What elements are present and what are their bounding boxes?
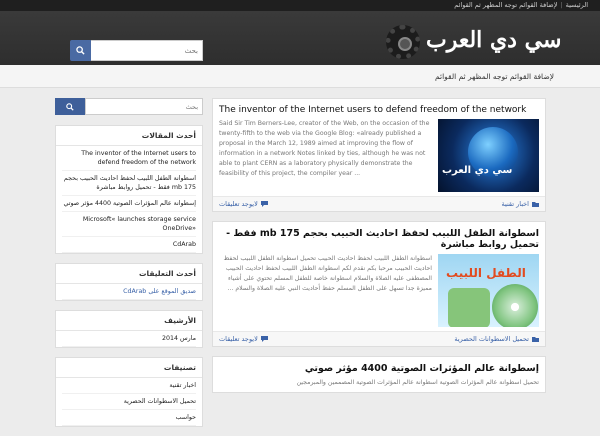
menu-notice[interactable]: لإضافة القوائم توجه المظهر ثم القوائم — [435, 72, 554, 81]
recent-post-item[interactable]: Microsoft« launches storage service OneD… — [62, 212, 196, 237]
post-title[interactable]: The inventor of the Internet users to de… — [213, 99, 545, 119]
archive-list: مارس 2014 — [56, 331, 202, 347]
comment-icon — [260, 201, 268, 207]
post-comments-link[interactable]: لايوجد تعليقات — [219, 200, 268, 208]
recent-comments-title: أحدث التعليقات — [56, 264, 202, 284]
post-category: تحميل الاسطوانات الحصرية — [454, 335, 529, 343]
site-header: سي دي العرب — [0, 11, 600, 65]
recent-comments-widget: أحدث التعليقات صديق الموقع على CdArab — [55, 263, 203, 301]
top-nav-separator: | — [560, 1, 563, 9]
sidebar-search-input[interactable] — [85, 98, 203, 115]
top-nav: الرئيسية|لإضافة القوائم توجه المظهر ثم ا… — [454, 1, 588, 9]
archive-item[interactable]: مارس 2014 — [62, 331, 196, 347]
disc-image — [492, 284, 538, 327]
post-thumbnail[interactable]: الطفل اللبيب — [438, 254, 539, 327]
recent-post-item[interactable]: CdArab — [62, 237, 196, 253]
post-category: اخبار تقنية — [501, 200, 529, 208]
post-excerpt: اسطوانة الطفل اللبيب لحفظ احاديث الحبيب … — [223, 255, 432, 292]
post-card: اسطوانة الطفل اللبيب لحفظ احاديث الحبيب … — [212, 221, 546, 347]
top-bar: الرئيسية|لإضافة القوائم توجه المظهر ثم ا… — [0, 0, 600, 11]
sidebar-search — [55, 98, 203, 115]
post-excerpt: Said Sir Tim Berners-Lee, creator of the… — [219, 120, 430, 177]
archive-title: الأرشيف — [56, 311, 202, 331]
categories-widget: تصنيفات اخبار تقنية تحميل الاسطوانات الح… — [55, 357, 203, 427]
category-item[interactable]: حواسب — [62, 410, 196, 426]
recent-post-item[interactable]: The inventor of the Internet users to de… — [62, 146, 196, 171]
post-title[interactable]: اسطوانة الطفل اللبيب لحفظ احاديث الحبيب … — [213, 222, 545, 254]
recent-posts-list: The inventor of the Internet users to de… — [56, 146, 202, 253]
post-thumbnail[interactable]: سي دي العرب — [438, 119, 539, 192]
header-search-input[interactable] — [91, 40, 203, 61]
logo-text: سي دي العرب — [426, 27, 562, 53]
header-search-button[interactable] — [70, 40, 91, 61]
recent-comments-list: صديق الموقع على CdArab — [56, 284, 202, 300]
recent-posts-title: أحدث المقالات — [56, 126, 202, 146]
main-content: The inventor of the Internet users to de… — [212, 98, 546, 402]
top-nav-menu-link[interactable]: لإضافة القوائم توجه المظهر ثم القوائم — [454, 1, 557, 9]
post-footer: تحميل الاسطوانات الحصرية لايوجد تعليقات — [213, 331, 545, 346]
search-icon — [76, 46, 85, 55]
post-comments-link[interactable]: لايوجد تعليقات — [219, 335, 268, 343]
recent-post-item[interactable]: اسطوانة الطفل اللبيب لحفظ احاديث الحبيب … — [62, 171, 196, 196]
folder-icon — [532, 202, 539, 207]
gear-icon — [386, 25, 420, 59]
category-item[interactable]: اخبار تقنية — [62, 378, 196, 394]
post-comments: لايوجد تعليقات — [219, 335, 258, 343]
nav-bar: لإضافة القوائم توجه المظهر ثم القوائم — [0, 65, 600, 88]
sidebar-search-button[interactable] — [55, 98, 85, 115]
post-excerpt: تحميل اسطوانة عالم المؤثرات الصوتية اسطو… — [296, 379, 539, 386]
recent-comment-item[interactable]: صديق الموقع على CdArab — [62, 284, 196, 300]
thumbnail-caption: الطفل اللبيب — [446, 266, 526, 280]
post-category-link[interactable]: تحميل الاسطوانات الحصرية — [454, 335, 539, 343]
header-search — [70, 40, 203, 61]
recent-post-item[interactable]: إسطوانة عالم المؤثرات الصوتية 4400 مؤثر … — [62, 196, 196, 212]
post-footer: اخبار تقنية لايوجد تعليقات — [213, 196, 545, 211]
folder-icon — [532, 337, 539, 342]
top-nav-home-link[interactable]: الرئيسية — [566, 1, 588, 9]
categories-list: اخبار تقنية تحميل الاسطوانات الحصرية حوا… — [56, 378, 202, 426]
archive-widget: الأرشيف مارس 2014 — [55, 310, 203, 348]
cover-image — [448, 288, 490, 327]
recent-posts-widget: أحدث المقالات The inventor of the Intern… — [55, 125, 203, 254]
post-card: إسطوانة عالم المؤثرات الصوتية 4400 مؤثر … — [212, 356, 546, 393]
post-title[interactable]: إسطوانة عالم المؤثرات الصوتية 4400 مؤثر … — [213, 357, 545, 378]
search-icon — [66, 102, 74, 111]
comment-icon — [260, 336, 268, 342]
post-category-link[interactable]: اخبار تقنية — [502, 200, 539, 208]
site-logo[interactable]: سي دي العرب — [386, 25, 560, 67]
category-item[interactable]: تحميل الاسطوانات الحصرية — [62, 394, 196, 410]
post-comments: لايوجد تعليقات — [219, 200, 258, 208]
categories-title: تصنيفات — [56, 358, 202, 378]
sidebar: أحدث المقالات The inventor of the Intern… — [55, 98, 203, 436]
post-card: The inventor of the Internet users to de… — [212, 98, 546, 212]
thumbnail-caption: سي دي العرب — [442, 165, 513, 176]
